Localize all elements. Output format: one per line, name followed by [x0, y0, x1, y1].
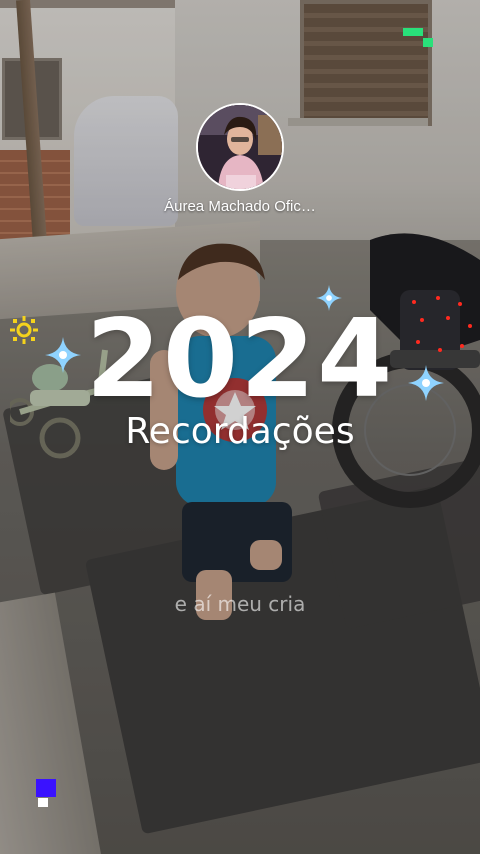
sparkle-icon — [45, 337, 81, 373]
profile-avatar[interactable] — [196, 103, 284, 191]
top-right-mark-icon — [403, 28, 433, 47]
story-caption: e aí meu cria — [174, 592, 306, 616]
memories-subtitle: Recordações — [125, 411, 355, 452]
sparkle-icon — [316, 285, 342, 311]
sparkle-icon — [408, 365, 444, 401]
avatar-photo-icon — [198, 105, 282, 189]
account-name[interactable]: Áurea Machado Ofic… — [0, 198, 480, 215]
dots-icon — [412, 296, 472, 352]
sun-icon — [10, 316, 38, 344]
bottom-left-mark-icon — [36, 779, 56, 807]
